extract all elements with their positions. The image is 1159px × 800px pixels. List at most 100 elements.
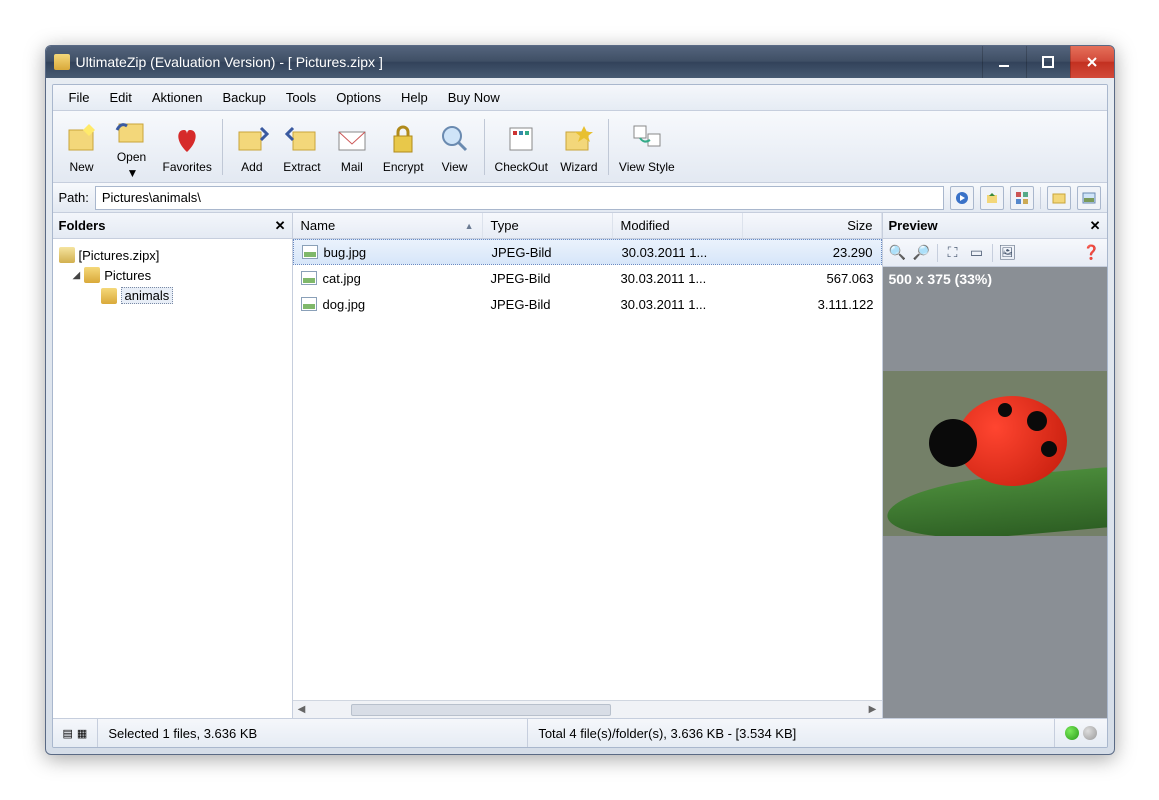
extract-button[interactable]: Extract xyxy=(277,113,327,181)
titlebar[interactable]: UltimateZip (Evaluation Version) - [ Pic… xyxy=(46,46,1114,78)
extract-folder-icon xyxy=(283,120,321,158)
view-button[interactable]: View xyxy=(430,113,480,181)
file-list-panel: Name▲ Type Modified Size bug.jpg JPEG-Bi… xyxy=(293,213,882,718)
tree-root[interactable]: [Pictures.zipx] xyxy=(57,245,288,265)
preview-image-icon[interactable]: 🖼 xyxy=(999,244,1017,262)
folders-close-button[interactable]: ✕ xyxy=(275,218,286,234)
folder-icon xyxy=(84,267,100,283)
lock-icon xyxy=(384,120,422,158)
go-button[interactable] xyxy=(950,186,974,210)
tree-item-pictures[interactable]: ◢Pictures xyxy=(57,265,288,285)
list-large-icon[interactable]: ▦ xyxy=(77,727,87,740)
menu-help[interactable]: Help xyxy=(393,88,436,107)
status-total: Total 4 file(s)/folder(s), 3.636 KB - [3… xyxy=(528,719,1054,747)
app-window: UltimateZip (Evaluation Version) - [ Pic… xyxy=(45,45,1115,755)
actual-size-icon[interactable]: ▭ xyxy=(968,244,986,262)
status-view-icons[interactable]: ▤ ▦ xyxy=(53,719,99,747)
new-button[interactable]: New xyxy=(57,113,107,181)
mail-icon xyxy=(333,120,371,158)
zoom-in-icon[interactable]: 🔍 xyxy=(889,244,907,262)
sort-asc-icon: ▲ xyxy=(465,221,474,231)
preview-viewport[interactable]: 500 x 375 (33%) xyxy=(883,267,1107,718)
checkout-button[interactable]: CheckOut xyxy=(489,113,554,181)
column-modified[interactable]: Modified xyxy=(613,213,743,238)
content-area: Folders ✕ [Pictures.zipx] ◢Pictures anim… xyxy=(53,213,1107,719)
maximize-button[interactable] xyxy=(1026,46,1070,78)
column-type[interactable]: Type xyxy=(483,213,613,238)
preview-toolbar: 🔍 🔎 ⛶ ▭ 🖼 ❓ xyxy=(883,239,1107,267)
tree-item-animals[interactable]: animals xyxy=(57,285,288,306)
add-folder-icon xyxy=(233,120,271,158)
encrypt-button[interactable]: Encrypt xyxy=(377,113,430,181)
image-file-icon xyxy=(302,245,318,259)
column-size[interactable]: Size xyxy=(743,213,882,238)
preview-image xyxy=(883,371,1107,536)
preview-close-button[interactable]: ✕ xyxy=(1090,218,1101,234)
menu-buy-now[interactable]: Buy Now xyxy=(440,88,508,107)
help-icon[interactable]: ❓ xyxy=(1083,244,1101,262)
folders-panel: Folders ✕ [Pictures.zipx] ◢Pictures anim… xyxy=(53,213,293,718)
fit-icon[interactable]: ⛶ xyxy=(944,244,962,262)
menubar: File Edit Aktionen Backup Tools Options … xyxy=(53,85,1107,111)
expand-icon[interactable]: ◢ xyxy=(73,270,81,281)
heart-icon xyxy=(168,120,206,158)
scroll-right-icon[interactable]: ▶ xyxy=(864,704,882,715)
scroll-thumb[interactable] xyxy=(351,704,611,716)
view-mode-button[interactable] xyxy=(1010,186,1034,210)
window-title: UltimateZip (Evaluation Version) - [ Pic… xyxy=(76,54,982,70)
menu-aktionen[interactable]: Aktionen xyxy=(144,88,211,107)
image-file-icon xyxy=(301,271,317,285)
scroll-left-icon[interactable]: ◀ xyxy=(293,704,311,715)
app-icon xyxy=(54,54,70,70)
folder-tree[interactable]: [Pictures.zipx] ◢Pictures animals xyxy=(53,239,292,312)
file-row[interactable]: bug.jpg JPEG-Bild 30.03.2011 1... 23.290 xyxy=(293,239,882,265)
path-input[interactable] xyxy=(95,186,944,210)
checkout-icon xyxy=(502,120,540,158)
separator xyxy=(1040,187,1041,209)
status-led-green xyxy=(1065,726,1079,740)
toolbar-separator xyxy=(222,119,223,175)
new-archive-icon xyxy=(63,120,101,158)
status-leds xyxy=(1055,719,1107,747)
column-headers: Name▲ Type Modified Size xyxy=(293,213,882,239)
file-rows: bug.jpg JPEG-Bild 30.03.2011 1... 23.290… xyxy=(293,239,882,700)
status-bar: ▤ ▦ Selected 1 files, 3.636 KB Total 4 f… xyxy=(53,719,1107,747)
status-led-gray xyxy=(1083,726,1097,740)
preview-toggle-button[interactable] xyxy=(1077,186,1101,210)
menu-tools[interactable]: Tools xyxy=(278,88,324,107)
list-small-icon[interactable]: ▤ xyxy=(63,727,73,740)
favorites-button[interactable]: Favorites xyxy=(157,113,218,181)
menu-edit[interactable]: Edit xyxy=(101,88,139,107)
column-name[interactable]: Name▲ xyxy=(293,213,483,238)
file-row[interactable]: cat.jpg JPEG-Bild 30.03.2011 1... 567.06… xyxy=(293,265,882,291)
status-selected: Selected 1 files, 3.636 KB xyxy=(98,719,528,747)
path-bar: Path: xyxy=(53,183,1107,213)
horizontal-scrollbar[interactable]: ◀ ▶ xyxy=(293,700,882,718)
preview-dimensions: 500 x 375 (33%) xyxy=(883,267,1107,291)
zoom-out-icon[interactable]: 🔎 xyxy=(913,244,931,262)
toolbar-separator xyxy=(608,119,609,175)
menu-backup[interactable]: Backup xyxy=(214,88,273,107)
close-button[interactable] xyxy=(1070,46,1114,78)
preview-header: Preview ✕ xyxy=(883,213,1107,239)
ladybug-head xyxy=(929,419,977,467)
open-button[interactable]: Open▼ xyxy=(107,113,157,181)
chevron-down-icon: ▼ xyxy=(125,166,139,180)
viewstyle-button[interactable]: View Style xyxy=(613,113,681,181)
folder-icon xyxy=(101,288,117,304)
add-button[interactable]: Add xyxy=(227,113,277,181)
open-folder-icon xyxy=(113,114,151,148)
archive-icon xyxy=(59,247,75,263)
minimize-button[interactable] xyxy=(982,46,1026,78)
window-controls xyxy=(982,46,1114,78)
mail-button[interactable]: Mail xyxy=(327,113,377,181)
image-file-icon xyxy=(301,297,317,311)
file-row[interactable]: dog.jpg JPEG-Bild 30.03.2011 1... 3.111.… xyxy=(293,291,882,317)
wizard-button[interactable]: Wizard xyxy=(554,113,604,181)
menu-file[interactable]: File xyxy=(61,88,98,107)
client-area: File Edit Aktionen Backup Tools Options … xyxy=(52,84,1108,748)
menu-options[interactable]: Options xyxy=(328,88,389,107)
up-button[interactable] xyxy=(980,186,1004,210)
view-style-icon xyxy=(628,120,666,158)
folders-toggle-button[interactable] xyxy=(1047,186,1071,210)
